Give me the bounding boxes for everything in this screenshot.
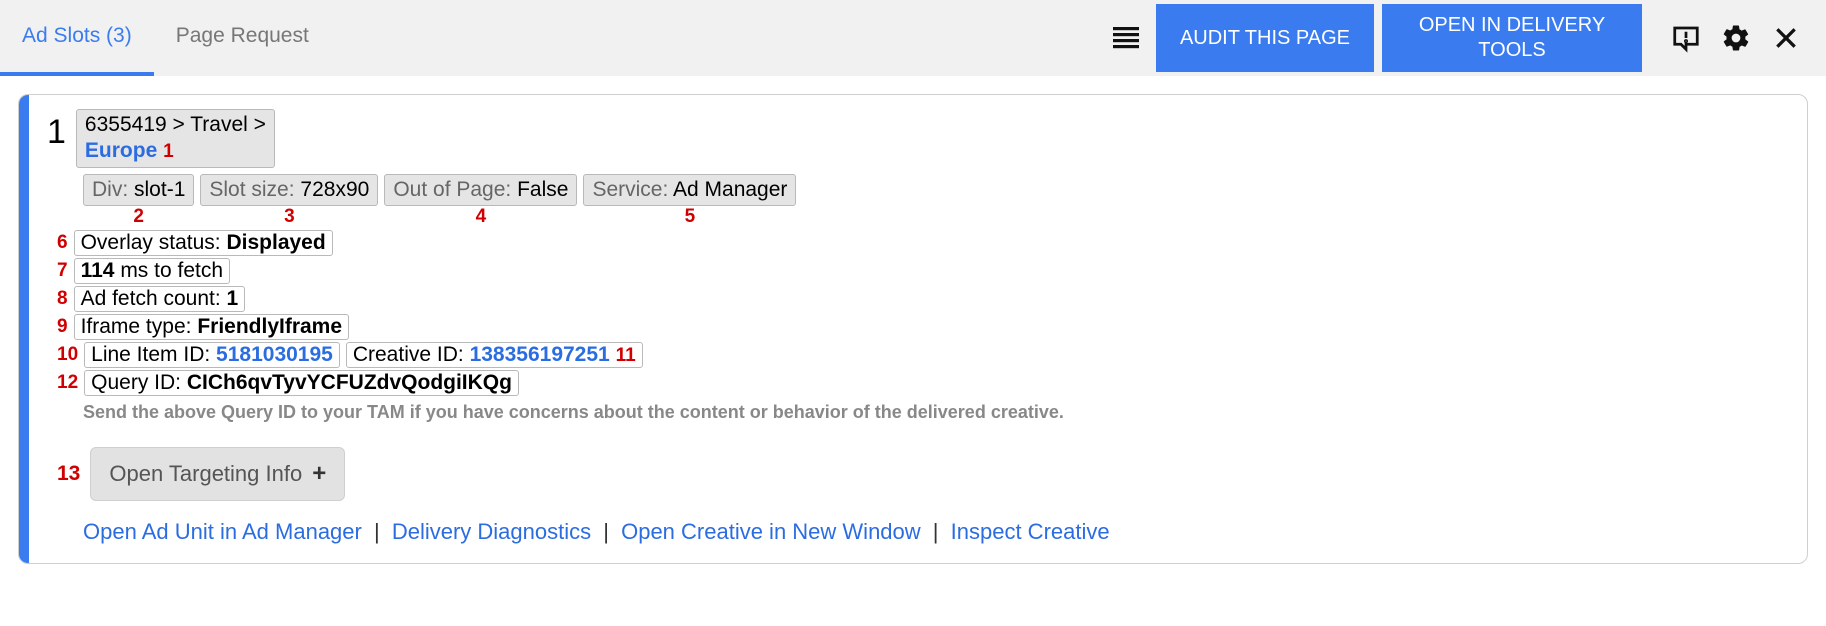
annotation-9: 9 [57, 316, 68, 338]
creative-id: Creative ID: 138356197251 11 [346, 342, 643, 368]
size-label: Slot size: [209, 178, 294, 201]
annotation-10: 10 [57, 344, 78, 366]
query-label: Query ID: [91, 371, 181, 394]
close-icon[interactable] [1764, 16, 1808, 60]
fetch-time: 114 ms to fetch [74, 258, 230, 284]
plus-icon: + [312, 460, 326, 488]
fetch-count-value: 1 [227, 287, 239, 310]
fetch-count-label: Ad fetch count: [81, 287, 221, 310]
open-delivery-tools-button[interactable]: OPEN IN DELIVERY TOOLS [1382, 4, 1642, 72]
annotation-8: 8 [57, 288, 68, 310]
overlay-status: Overlay status: Displayed [74, 230, 333, 256]
div-chip: Div: slot-1 [83, 174, 194, 206]
service-value: Ad Manager [673, 178, 787, 201]
annotation-4: 4 [476, 206, 487, 228]
open-targeting-info-button[interactable]: Open Targeting Info + [90, 447, 345, 501]
delivery-diagnostics-link[interactable]: Delivery Diagnostics [392, 519, 591, 544]
targeting-label: Open Targeting Info [109, 461, 302, 487]
div-value: slot-1 [134, 178, 185, 201]
audit-page-button[interactable]: AUDIT THIS PAGE [1156, 4, 1374, 72]
feedback-icon[interactable] [1664, 16, 1708, 60]
creative-label: Creative ID: [353, 343, 464, 366]
query-value: CICh6qvTyvYCFUZdvQodgiIKQg [187, 371, 512, 394]
annotation-2: 2 [133, 206, 144, 228]
fetch-time-value: 114 [81, 259, 115, 282]
iframe-label: Iframe type: [81, 315, 192, 338]
separator: | [603, 519, 609, 544]
annotation-3: 3 [284, 206, 295, 228]
tab-ad-slots[interactable]: Ad Slots (3) [0, 0, 154, 76]
fetch-time-suffix: ms to fetch [120, 259, 223, 282]
overlay-value: Displayed [226, 231, 325, 254]
action-links: Open Ad Unit in Ad Manager | Delivery Di… [83, 519, 1789, 545]
slot-index: 1 [47, 115, 66, 149]
service-chip: Service: Ad Manager [583, 174, 796, 206]
out-of-page-chip: Out of Page: False [384, 174, 577, 206]
line-item-value[interactable]: 5181030195 [216, 343, 333, 366]
oop-label: Out of Page: [393, 178, 511, 201]
creative-value[interactable]: 138356197251 [470, 343, 610, 366]
breadcrumb-prefix: 6355419 > Travel > [85, 113, 266, 136]
iframe-type: Iframe type: FriendlyIframe [74, 314, 349, 340]
service-label: Service: [592, 178, 668, 201]
annotation-13: 13 [57, 462, 80, 486]
gear-icon[interactable] [1714, 16, 1758, 60]
open-creative-window-link[interactable]: Open Creative in New Window [621, 519, 921, 544]
annotation-11: 11 [616, 345, 636, 366]
separator: | [374, 519, 380, 544]
inspect-creative-link[interactable]: Inspect Creative [951, 519, 1110, 544]
separator: | [933, 519, 939, 544]
annotation-7: 7 [57, 260, 68, 282]
panel-accent [19, 95, 29, 563]
annotation-1: 1 [163, 141, 174, 162]
fetch-count: Ad fetch count: 1 [74, 286, 246, 312]
annotation-6: 6 [57, 232, 68, 254]
line-item-label: Line Item ID: [91, 343, 210, 366]
tab-page-request[interactable]: Page Request [154, 0, 331, 76]
slot-panel: 1 6355419 > Travel > Europe 1 Div: slot-… [18, 94, 1808, 564]
annotation-5: 5 [685, 206, 696, 228]
header-bar: Ad Slots (3) Page Request AUDIT THIS PAG… [0, 0, 1826, 76]
query-id: Query ID: CICh6qvTyvYCFUZdvQodgiIKQg [84, 370, 519, 396]
breadcrumb-leaf[interactable]: Europe [85, 139, 157, 162]
size-value: 728x90 [300, 178, 369, 201]
line-item-id: Line Item ID: 5181030195 [84, 342, 340, 368]
query-id-hint: Send the above Query ID to your TAM if y… [83, 402, 1789, 423]
list-view-icon[interactable] [1104, 16, 1148, 60]
iframe-value: FriendlyIframe [197, 315, 342, 338]
annotation-12: 12 [57, 372, 78, 394]
div-label: Div: [92, 178, 128, 201]
open-ad-unit-link[interactable]: Open Ad Unit in Ad Manager [83, 519, 362, 544]
oop-value: False [517, 178, 568, 201]
breadcrumb-chip[interactable]: 6355419 > Travel > Europe 1 [76, 109, 275, 168]
overlay-label: Overlay status: [81, 231, 221, 254]
slot-size-chip: Slot size: 728x90 [200, 174, 378, 206]
tabs: Ad Slots (3) Page Request [0, 0, 331, 76]
